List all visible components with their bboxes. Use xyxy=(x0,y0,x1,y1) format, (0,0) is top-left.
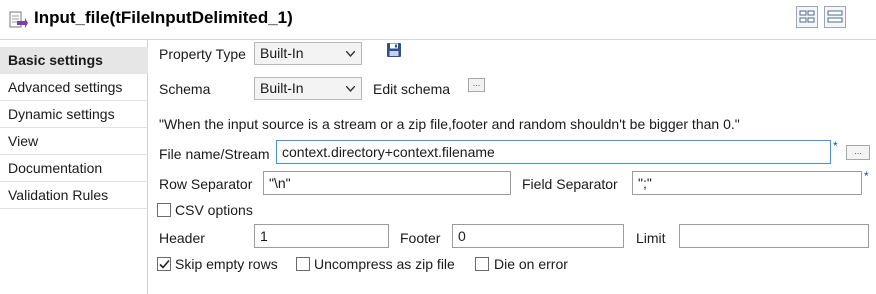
footer-label: Footer xyxy=(400,230,441,246)
footer-input[interactable]: 0 xyxy=(452,224,624,248)
sidebar-item-dynamic-settings[interactable]: Dynamic settings xyxy=(0,101,148,128)
checkmark-icon xyxy=(159,259,170,269)
property-type-select[interactable]: Built-In xyxy=(254,42,362,65)
csv-options-checkbox[interactable] xyxy=(157,203,171,217)
footer-random-warning-note: "When the input source is a stream or a … xyxy=(159,116,740,132)
sidebar-item-validation-rules[interactable]: Validation Rules xyxy=(0,182,148,209)
sidebar-item-view[interactable]: View xyxy=(0,128,148,155)
field-separator-label: Field Separator xyxy=(522,176,618,192)
grid-layout-button[interactable] xyxy=(796,6,818,28)
chevron-down-icon xyxy=(346,86,355,92)
grid-layout-icon xyxy=(799,10,815,23)
file-name-label: File name/Stream xyxy=(159,146,270,162)
skip-empty-rows-checkbox[interactable] xyxy=(157,257,171,271)
limit-label: Limit xyxy=(636,230,666,246)
file-name-value: context.directory+context.filename xyxy=(282,144,495,160)
browse-file-button[interactable]: ... xyxy=(846,145,870,160)
field-separator-input[interactable]: ";" xyxy=(632,171,862,195)
header-input[interactable]: 1 xyxy=(254,224,389,248)
sidebar-item-advanced-settings[interactable]: Advanced settings xyxy=(0,74,148,101)
footer-value: 0 xyxy=(458,228,466,244)
schema-value: Built-In xyxy=(260,80,304,96)
field-separator-value: ";" xyxy=(638,175,652,191)
sidebar-item-basic-settings[interactable]: Basic settings xyxy=(0,47,148,74)
save-icon[interactable] xyxy=(386,42,402,58)
file-name-input[interactable]: context.directory+context.filename xyxy=(276,140,831,164)
sidebar-item-documentation[interactable]: Documentation xyxy=(0,155,148,182)
die-on-error-checkbox[interactable] xyxy=(475,257,489,271)
settings-sidebar: Basic settings Advanced settings Dynamic… xyxy=(0,40,148,294)
title-bar: Input_file(tFileInputDelimited_1) xyxy=(0,0,876,40)
row-separator-input[interactable]: "\n" xyxy=(263,171,511,195)
schema-label: Schema xyxy=(159,81,211,97)
edit-schema-label: Edit schema xyxy=(373,81,451,97)
component-title: Input_file(tFileInputDelimited_1) xyxy=(34,8,293,27)
schema-select[interactable]: Built-In xyxy=(254,77,362,100)
list-layout-button[interactable] xyxy=(824,6,846,28)
limit-input[interactable] xyxy=(679,224,869,248)
list-layout-icon xyxy=(827,10,843,23)
row-separator-value: "\n" xyxy=(269,175,291,191)
required-marker: * xyxy=(833,139,838,153)
die-on-error-label: Die on error xyxy=(494,256,568,272)
skip-empty-rows-label: Skip empty rows xyxy=(175,256,278,272)
file-input-component-icon xyxy=(8,11,28,31)
csv-options-label: CSV options xyxy=(175,202,253,218)
uncompress-zip-checkbox[interactable] xyxy=(296,257,310,271)
header-label: Header xyxy=(159,230,205,246)
edit-schema-button[interactable]: ... xyxy=(468,78,485,92)
required-marker: * xyxy=(864,169,869,183)
row-separator-label: Row Separator xyxy=(159,176,253,192)
uncompress-zip-label: Uncompress as zip file xyxy=(314,256,455,272)
chevron-down-icon xyxy=(346,51,355,57)
header-value: 1 xyxy=(260,228,268,244)
property-type-value: Built-In xyxy=(260,45,304,61)
property-type-label: Property Type xyxy=(159,46,246,62)
